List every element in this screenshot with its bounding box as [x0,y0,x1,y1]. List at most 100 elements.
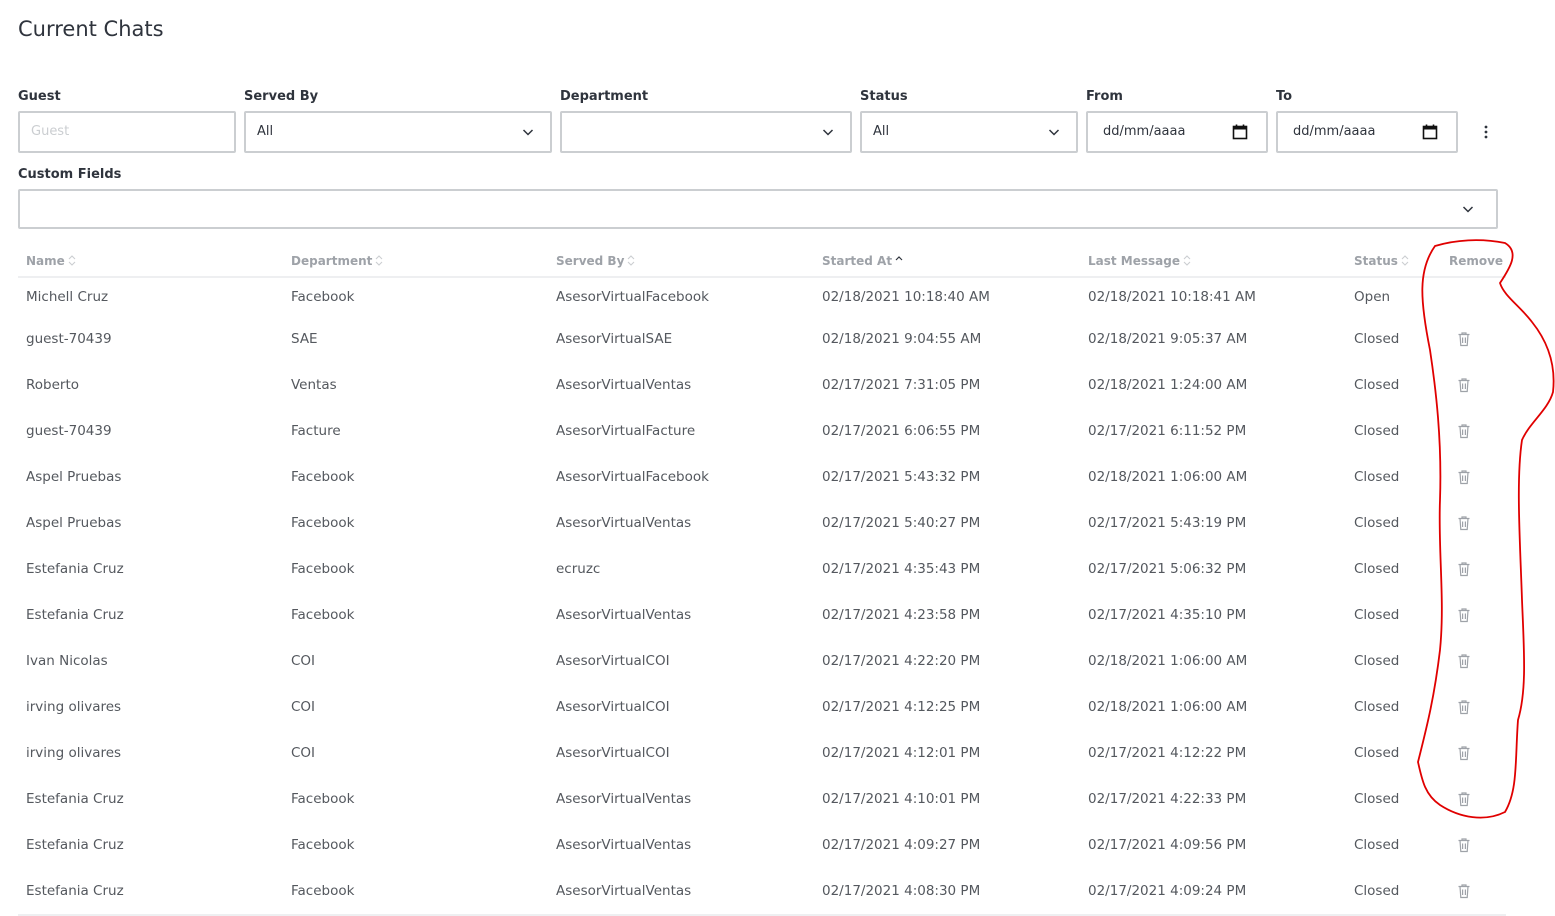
from-date-value: dd/mm/aaaa [1103,124,1186,139]
trash-icon [1458,332,1470,347]
to-date-input[interactable]: dd/mm/aaaa [1276,111,1458,153]
cell-last-message: 02/18/2021 1:06:00 AM [1088,699,1248,715]
column-header-last-message[interactable]: Last Message [1080,245,1346,278]
table-row[interactable]: Estefania Cruz Facebook AsesorVirtualVenta… [18,776,1506,822]
cell-remove [1446,592,1506,638]
column-header-served-by[interactable]: Served By [548,245,814,278]
cell-started-at: 02/17/2021 7:31:05 PM [822,377,981,393]
calendar-icon[interactable] [1422,124,1438,140]
cell-status: Closed [1354,331,1400,347]
table-header-row: Name Department Served By Started At Las… [18,245,1506,278]
remove-button[interactable] [1454,607,1471,623]
table-row[interactable]: Estefania Cruz Facebook AsesorVirtualVenta… [18,868,1506,916]
custom-fields-select[interactable] [18,189,1498,229]
chevron-down-icon [1048,129,1060,136]
cell-status: Closed [1354,837,1400,853]
cell-name: Estefania Cruz [26,791,124,807]
remove-button[interactable] [1454,469,1471,485]
served-by-select[interactable]: All [244,111,552,153]
cell-served-by: AsesorVirtualSAE [556,331,673,347]
column-header-label: Started At [822,253,893,268]
remove-button[interactable] [1454,377,1471,393]
remove-button[interactable] [1454,515,1471,531]
cell-department: Facebook [291,837,355,853]
cell-served-by: AsesorVirtualVentas [548,868,814,916]
column-header-department[interactable]: Department [283,245,548,278]
cell-served-by: AsesorVirtualFacebook [556,469,709,485]
table-row[interactable]: Roberto Ventas AsesorVirtualVentas 02/17/20… [18,362,1506,408]
cell-status: Closed [1354,653,1400,669]
calendar-icon[interactable] [1232,124,1248,140]
remove-button[interactable] [1454,653,1471,669]
served-by-value: All [257,124,274,139]
trash-icon [1458,654,1470,669]
cell-status: Closed [1346,868,1446,916]
cell-department: Facebook [291,469,355,485]
table-row[interactable]: irving olivares COI AsesorVirtualCOI 02/17/… [18,730,1506,776]
column-header-label: Remove [1448,253,1504,268]
cell-started-at: 02/17/2021 4:09:27 PM [822,837,981,853]
cell-served-by: AsesorVirtualVentas [556,607,692,623]
cell-department: Facebook [291,791,355,807]
cell-department: Facebook [291,561,355,577]
kebab-menu-icon[interactable] [1478,122,1494,142]
remove-button[interactable] [1454,561,1471,577]
remove-button[interactable] [1454,745,1471,761]
cell-last-message: 02/18/2021 1:24:00 AM [1088,377,1248,393]
cell-status: Closed [1354,745,1400,761]
guest-input[interactable]: Guest [18,111,236,153]
cell-name: Roberto [26,377,80,393]
table-row[interactable]: Aspel Pruebas Facebook AsesorVirtualFacebo… [18,454,1506,500]
remove-button[interactable] [1454,883,1471,899]
cell-served-by: AsesorVirtualVentas [556,837,692,853]
cell-remove [1446,408,1506,454]
table-row[interactable]: Estefania Cruz Facebook AsesorVirtualVenta… [18,592,1506,638]
table-row[interactable]: guest-70439 SAE AsesorVirtualSAE 02/18/2021… [18,316,1506,362]
cell-started-at: 02/17/2021 4:10:01 PM [822,791,981,807]
cell-remove [1446,868,1506,916]
from-date-input[interactable]: dd/mm/aaaa [1086,111,1268,153]
cell-last-message: 02/17/2021 6:11:52 PM [1088,423,1247,439]
remove-button[interactable] [1454,423,1471,439]
to-label: To [1276,89,1293,104]
cell-name: guest-70439 [26,331,112,347]
status-select[interactable]: All [860,111,1078,153]
department-select[interactable] [560,111,852,153]
column-header-name[interactable]: Name [18,245,283,278]
cell-started-at: 02/18/2021 10:18:40 AM [822,289,990,305]
table-row[interactable]: Michell Cruz Facebook AsesorVirtualFaceboo… [18,277,1506,316]
table-row[interactable]: Estefania Cruz Facebook ecruzc 02/17/2021 4… [18,546,1506,592]
cell-department: Facture [291,423,341,439]
cell-status: Closed [1354,377,1400,393]
table-row[interactable]: Ivan Nicolas COI AsesorVirtualCOI 02/17/202… [18,638,1506,684]
remove-button[interactable] [1454,837,1471,853]
cell-department: Facebook [291,607,355,623]
column-header-started-at[interactable]: Started At [814,245,1080,278]
remove-button[interactable] [1454,331,1471,347]
table-row[interactable]: Estefania Cruz Facebook AsesorVirtualVenta… [18,822,1506,868]
table-row[interactable]: Aspel Pruebas Facebook AsesorVirtualVentas… [18,500,1506,546]
cell-status: Closed [1354,791,1400,807]
chevron-down-icon [522,129,534,136]
remove-button[interactable] [1454,699,1471,715]
cell-started-at: 02/17/2021 5:43:32 PM [822,469,981,485]
sort-icon [68,254,76,266]
cell-remove [1446,638,1506,684]
remove-button[interactable] [1454,791,1471,807]
table-row[interactable]: irving olivares COI AsesorVirtualCOI 02/17/… [18,684,1506,730]
cell-name: Aspel Pruebas [26,469,122,485]
cell-department: COI [291,653,316,669]
cell-status: Open [1354,289,1391,305]
cell-last-message: 02/17/2021 4:09:56 PM [1088,837,1247,853]
sort-ascending-icon [895,255,903,260]
column-header-status[interactable]: Status [1346,245,1446,278]
cell-last-message: 02/17/2021 4:22:33 PM [1088,791,1247,807]
cell-started-at: 02/17/2021 5:40:27 PM [822,515,981,531]
table-row[interactable]: guest-70439 Facture AsesorVirtualFacture 02… [18,408,1506,454]
cell-name: guest-70439 [26,423,112,439]
trash-icon [1458,700,1470,715]
sort-icon [375,254,383,266]
sort-icon [1183,254,1191,266]
cell-remove [1446,730,1506,776]
cell-remove [1446,684,1506,730]
